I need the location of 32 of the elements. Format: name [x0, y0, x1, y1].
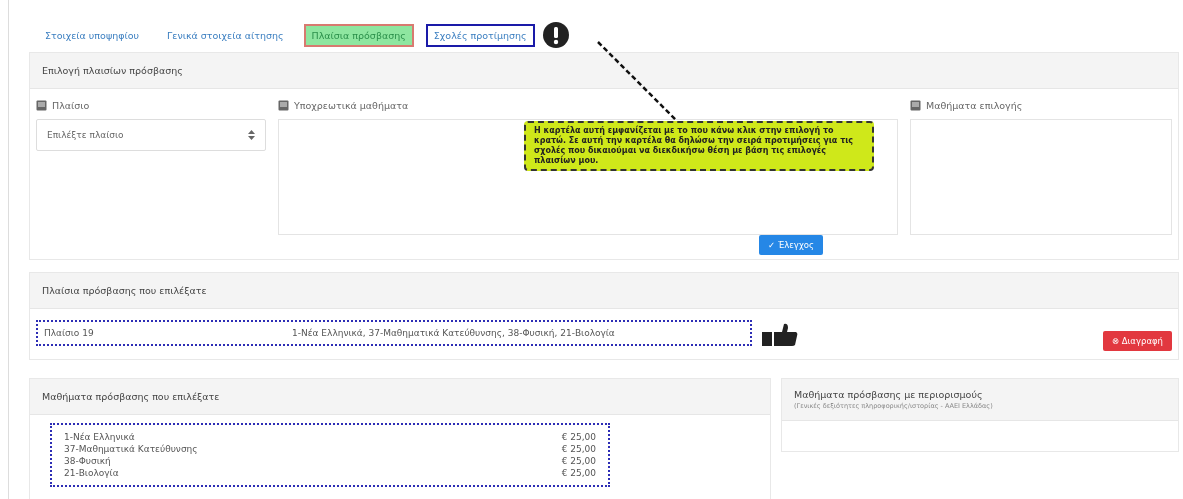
column-label: Πλαίσιο — [52, 99, 90, 111]
course-name: 38-Φυσική — [64, 455, 111, 467]
frame-courses: 1-Νέα Ελληνικά, 37-Μαθηματικά Κατεύθυνσης, 38-Φυσική, 21-Βιολογία — [292, 328, 615, 338]
panel-header: Μαθήματα πρόσβασης που επιλέξατε — [30, 379, 770, 415]
column-label: Μαθήματα επιλογής — [926, 99, 1023, 111]
panel-header: Πλαίσια πρόσβασης που επιλέξατε — [30, 273, 1178, 309]
thumbs-up-icon — [762, 323, 798, 347]
checkbox-icon — [36, 99, 47, 111]
callout-note: Η καρτέλα αυτή εμφανίζεται με το που κάνω κλικ στην επιλογή το κρατώ. Σε αυτή την καρτέλα θα δηλώσω την σειρά προτιμήσεις για τις σχολές που δικαιούμαι να διεκδικήσω θέση με βάση τις επιλογές πλαισίων μου. — [524, 121, 874, 171]
panel-header: Επιλογή πλαισίων πρόσβασης — [30, 53, 1178, 89]
check-button[interactable]: ✓ Έλεγχος — [759, 235, 823, 255]
tab[interactable]: Πλαίσια πρόσβασης — [303, 23, 414, 47]
panel-header: Μαθήματα πρόσβασης με περιορισμούς — [794, 389, 984, 400]
tab[interactable]: Σχολές προτίμησης — [425, 23, 535, 47]
mandatory-list[interactable] — [278, 119, 898, 235]
column-label: Υποχρεωτικά μαθήματα — [294, 99, 409, 111]
course-price: € 25,00 — [561, 455, 596, 467]
frame-select[interactable]: Επιλέξτε πλαίσιο — [36, 119, 266, 151]
checkbox-icon — [278, 99, 289, 111]
exclamation-icon — [542, 22, 569, 48]
tab[interactable]: Γενικά στοιχεία αίτησης — [159, 23, 292, 47]
delete-button[interactable]: ⊗ Διαγραφή — [1102, 331, 1172, 351]
course-price: € 25,00 — [561, 431, 596, 443]
course-price: € 25,00 — [561, 443, 596, 455]
frame-name: Πλαίσιο 19 — [44, 328, 95, 338]
course-name: 37-Μαθηματικά Κατεύθυνσης — [64, 443, 198, 455]
sort-arrows-icon — [248, 130, 255, 140]
course-name: 1-Νέα Ελληνικά — [64, 431, 135, 443]
checkbox-icon — [910, 99, 921, 111]
course-price: € 25,00 — [561, 467, 596, 479]
course-name: 21-Βιολογία — [64, 467, 119, 479]
tab[interactable]: Στοιχεία υποψηφίου — [37, 23, 147, 47]
